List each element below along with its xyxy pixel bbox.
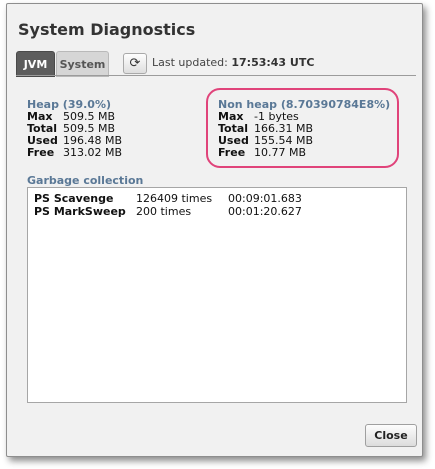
gc-name: PS MarkSweep xyxy=(34,205,126,218)
heap-key: Free xyxy=(27,146,55,159)
gc-count: 200 times xyxy=(136,205,192,218)
gc-time: 00:09:01.683 xyxy=(228,192,302,205)
heap-table: Max 509.5 MB Total 509.5 MB Used 196.48 MB … xyxy=(27,111,122,159)
tab-bar: JVM System ⟳ Last updated: 17:53:43 UTC xyxy=(16,51,416,77)
gc-list[interactable]: PS Scavenge 126409 times 00:09:01.683 PS… xyxy=(27,187,407,403)
last-updated-value: 17:53:43 UTC xyxy=(231,56,315,69)
tab-jvm[interactable]: JVM xyxy=(16,51,55,77)
heap-row: Free 313.02 MB xyxy=(27,147,122,159)
last-updated-label: Last updated: xyxy=(152,56,228,69)
non-heap-highlight-annotation xyxy=(206,88,399,168)
heap-value: 313.02 MB xyxy=(63,146,123,159)
refresh-icon: ⟳ xyxy=(129,56,141,71)
system-diagnostics-dialog: System Diagnostics JVM System ⟳ Last upd… xyxy=(6,3,423,457)
gc-name: PS Scavenge xyxy=(34,192,114,205)
gc-count: 126409 times xyxy=(136,192,213,205)
tab-divider xyxy=(16,75,416,76)
gc-time: 00:01:20.627 xyxy=(228,205,302,218)
tab-system[interactable]: System xyxy=(56,51,109,77)
close-button[interactable]: Close xyxy=(365,424,417,447)
refresh-button[interactable]: ⟳ xyxy=(123,53,147,74)
dialog-title: System Diagnostics xyxy=(18,20,196,39)
gc-heading: Garbage collection xyxy=(27,174,144,187)
last-updated: Last updated: 17:53:43 UTC xyxy=(152,56,314,69)
